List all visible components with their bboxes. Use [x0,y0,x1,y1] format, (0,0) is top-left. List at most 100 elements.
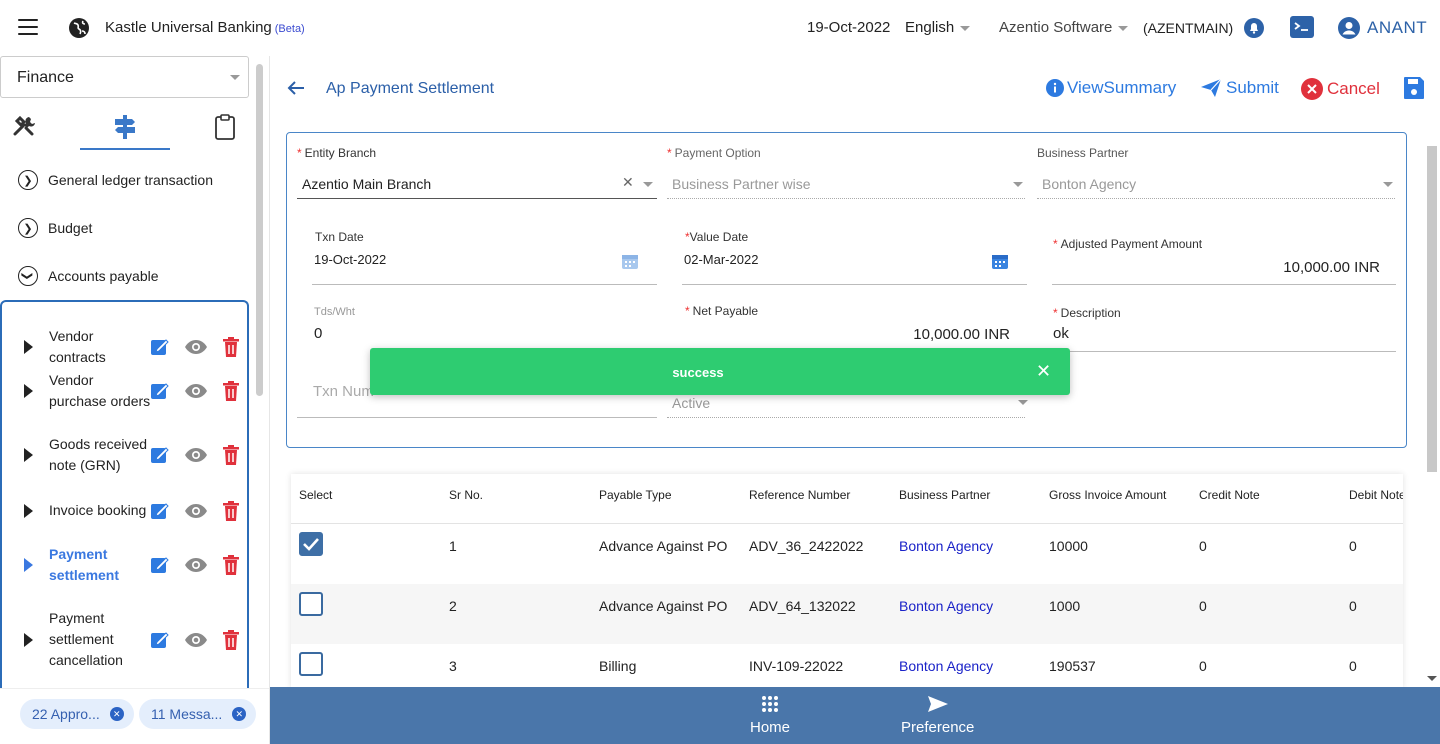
bell-icon[interactable] [1244,18,1264,38]
trash-icon[interactable] [222,629,240,650]
description-field[interactable]: ok [1053,325,1069,342]
edit-icon[interactable] [150,445,170,465]
edit-icon[interactable] [150,381,170,401]
business-partner-label: Business Partner [1037,146,1129,160]
select-checkbox[interactable] [299,652,323,676]
select-checkbox[interactable] [299,532,323,556]
column-header: Select [299,488,333,502]
partner-link[interactable]: Bonton Agency [899,538,993,554]
toast-message: success [672,365,724,380]
net-payable-field: 10,000.00 INR [913,326,1010,343]
clipboard-icon[interactable] [214,114,236,140]
column-header: Reference Number [749,488,851,502]
trash-icon[interactable] [222,500,240,521]
edit-icon[interactable] [150,630,170,650]
tds-field[interactable]: 0 [314,325,322,342]
value-date-field[interactable]: 02-Mar-2022 [684,252,758,267]
chevron-down-icon[interactable] [1018,400,1028,405]
field-underline [682,284,1027,285]
calendar-icon[interactable] [991,252,1009,270]
approvals-chip[interactable]: 22 Appro... ✕ [20,699,134,729]
trash-icon[interactable] [222,337,240,357]
save-icon[interactable] [1403,76,1425,100]
table-row[interactable]: 3 Billing INV-109-22022 Bonton Agency 190537… [291,644,1403,688]
sidebar-item-ap[interactable]: Vendor purchase orders [24,370,249,412]
scrollbar-thumb[interactable] [1427,146,1437,472]
page-header: Ap Payment Settlement ViewSummary Submit… [270,56,1440,120]
close-icon[interactable]: ✕ [232,707,247,721]
status-field[interactable]: Active [672,395,710,411]
language-select[interactable]: English [905,19,971,36]
submit-button[interactable]: Submit [1200,78,1279,98]
trash-icon[interactable] [222,381,240,401]
table-cell: 0 [1199,658,1207,674]
business-partner-field[interactable]: Bonton Agency [1042,176,1136,192]
eye-icon[interactable] [184,557,208,573]
page-scrollbar[interactable] [1424,132,1440,687]
field-underline [1052,284,1396,285]
column-header: Sr No. [449,488,484,502]
select-checkbox[interactable] [299,592,323,616]
edit-icon[interactable] [150,337,170,357]
sidebar-item-ap[interactable]: Goods received note (GRN) [24,434,249,476]
txn-date-field[interactable]: 19-Oct-2022 [314,252,386,267]
partner-link[interactable]: Bonton Agency [899,658,993,674]
sidebar-item-general-ledger[interactable]: ❯ General ledger transaction [18,170,213,190]
txn-number-field[interactable]: Txn Num [313,383,374,400]
sidebar-item-ap[interactable]: Invoice booking [24,500,249,521]
payment-option-field[interactable]: Business Partner wise [672,176,811,192]
entity-branch-field[interactable]: Azentio Main Branch [302,176,431,192]
trash-icon[interactable] [222,445,240,465]
close-icon[interactable]: ✕ [1036,361,1051,382]
field-underline [297,198,657,199]
eye-icon[interactable] [184,632,208,648]
close-icon[interactable]: ✕ [109,707,124,721]
adjusted-amount-field[interactable]: 10,000.00 INR [1200,259,1380,276]
home-button[interactable]: Home [750,695,790,736]
row-actions [150,337,240,357]
module-select[interactable]: Finance [0,56,249,98]
calendar-icon[interactable] [621,252,639,270]
menu-icon[interactable] [18,19,38,35]
preference-button[interactable]: Preference [901,695,974,736]
table-row[interactable]: 1 Advance Against PO ADV_36_2422022 Bonton … [291,524,1403,584]
sidebar-item-budget[interactable]: ❯ Budget [18,218,92,238]
partner-link[interactable]: Bonton Agency [899,598,993,614]
tools-icon[interactable] [12,114,38,138]
row-actions [150,629,240,650]
chevron-down-icon[interactable] [1383,182,1393,187]
chevron-down-icon[interactable] [643,182,653,187]
sidebar-scrollbar[interactable] [256,64,263,396]
terminal-icon[interactable] [1290,16,1314,38]
view-summary-button[interactable]: ViewSummary [1046,78,1176,98]
eye-icon[interactable] [184,339,208,355]
scroll-down-icon[interactable] [1427,676,1437,681]
clear-icon[interactable]: ✕ [622,174,634,191]
company-select[interactable]: Azentio Software [999,19,1129,36]
edit-icon[interactable] [150,555,170,575]
chevron-down-icon [1118,25,1129,31]
edit-icon[interactable] [150,501,170,521]
sidebar-item-accounts-payable[interactable]: ❯ Accounts payable [18,266,159,286]
sidebar-item-label: Vendor purchase orders [49,372,151,409]
sidebar-item-ap[interactable]: Payment settlement cancellation [24,608,249,671]
table-cell: 0 [1199,598,1207,614]
user-avatar-icon[interactable] [1338,17,1360,39]
table-row[interactable]: 2 Advance Against PO ADV_64_132022 Bonton A… [291,584,1403,644]
eye-icon[interactable] [184,383,208,399]
messages-chip[interactable]: 11 Messa... ✕ [139,699,257,729]
user-name[interactable]: ANANT [1367,18,1427,38]
net-payable-label: * Net Payable [685,304,759,318]
signpost-icon[interactable] [112,114,138,140]
eye-icon[interactable] [184,447,208,463]
chevron-down-icon[interactable] [1013,182,1023,187]
back-arrow-icon[interactable] [286,78,306,98]
cancel-button[interactable]: Cancel [1301,78,1380,100]
caret-right-icon [24,384,33,398]
eye-icon[interactable] [184,503,208,519]
table-cell: 10000 [1049,538,1088,554]
sidebar-item-ap[interactable]: Payment settlement [24,544,249,586]
send-icon [1201,78,1222,97]
sidebar-item-ap[interactable]: Vendor contracts [24,326,249,368]
trash-icon[interactable] [222,555,240,575]
